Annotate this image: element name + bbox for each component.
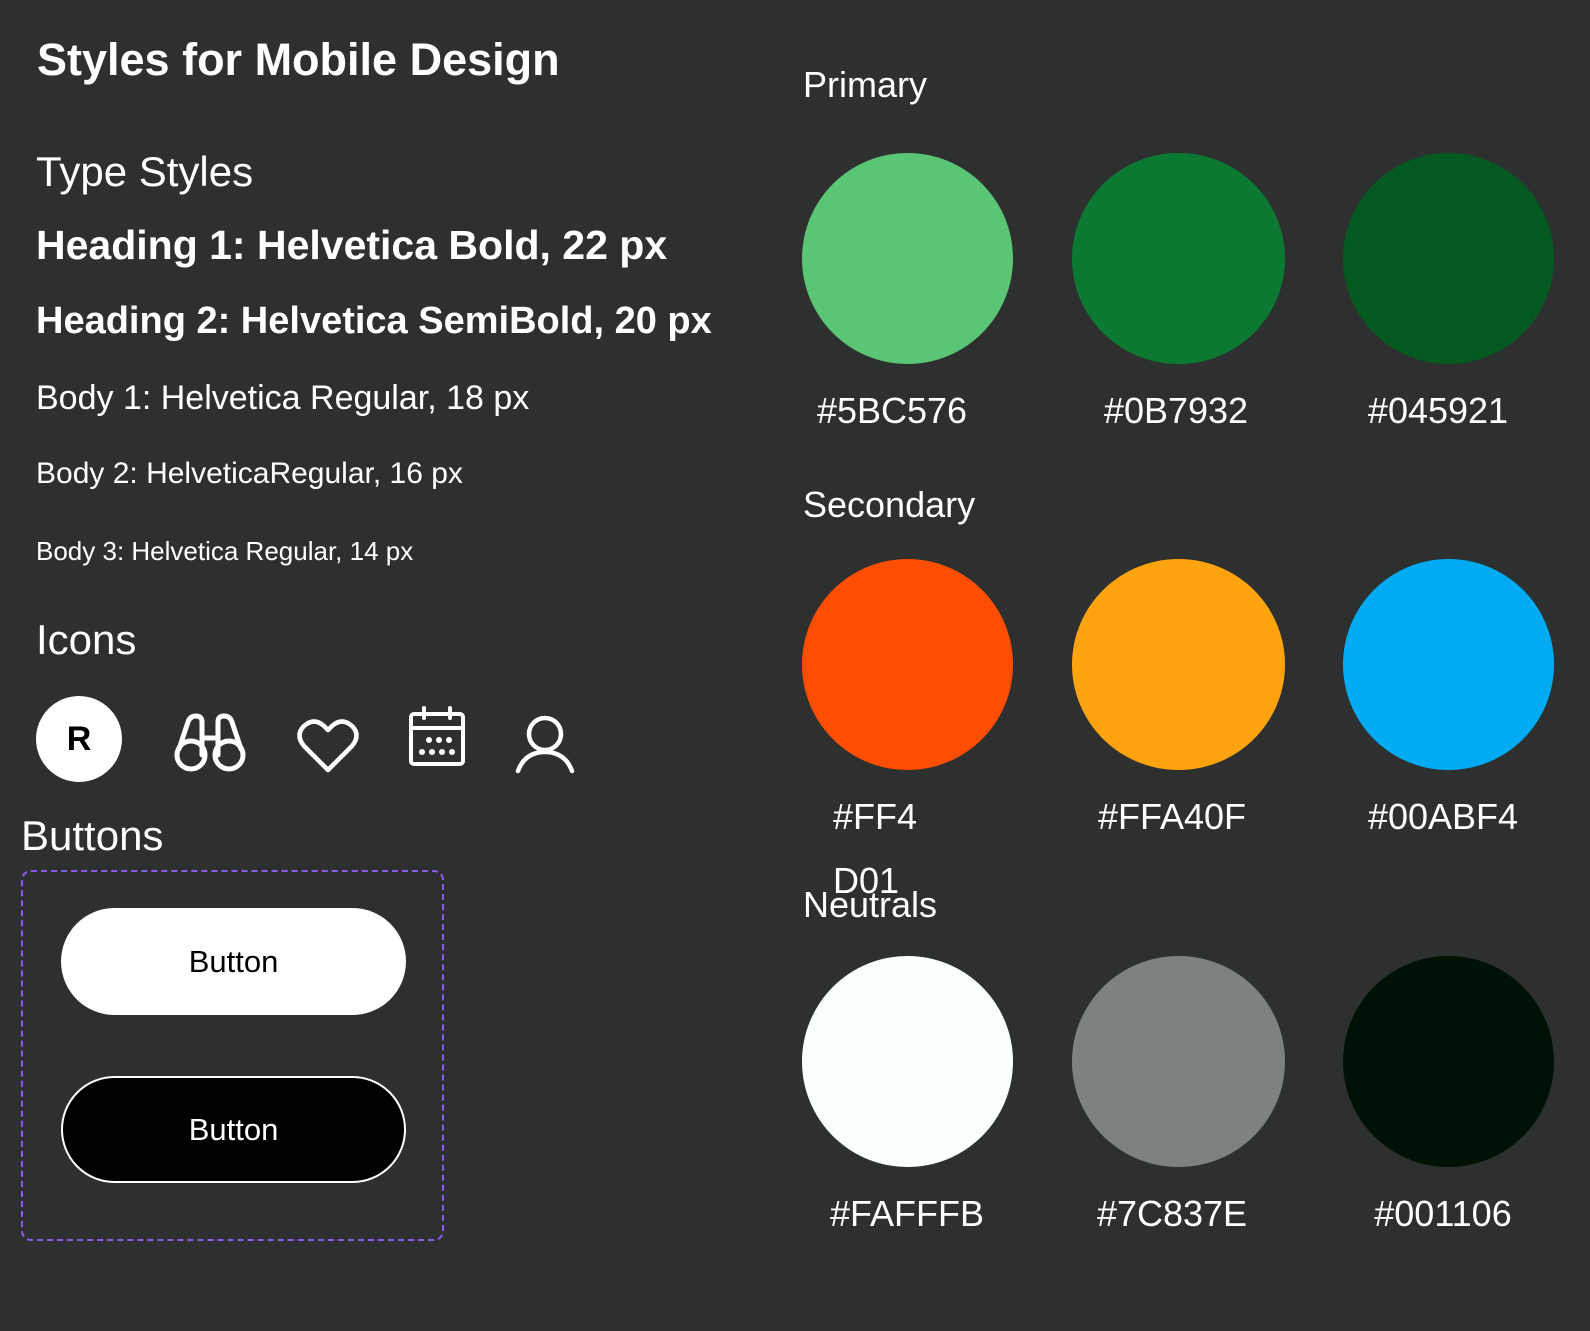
secondary-hex-2: #FFA40F: [1097, 796, 1247, 837]
primary-hex-3: #045921: [1367, 390, 1509, 431]
secondary-swatch-3: [1343, 559, 1554, 770]
secondary-hex-3: #00ABF4: [1367, 796, 1519, 837]
secondary-swatch-2: [1072, 559, 1285, 770]
primary-hex-2: #0B7932: [1103, 390, 1249, 431]
neutral-swatch-2: [1072, 956, 1285, 1167]
secondary-button[interactable]: Button: [61, 1076, 406, 1183]
binoculars-icon[interactable]: [172, 712, 248, 774]
avatar-icon[interactable]: R: [36, 696, 122, 782]
primary-swatch-1: [802, 153, 1013, 364]
primary-label: Primary: [803, 64, 927, 105]
body3-sample: Body 3: Helvetica Regular, 14 px: [36, 536, 414, 566]
primary-button[interactable]: Button: [61, 908, 406, 1015]
secondary-swatch-1: [802, 559, 1013, 770]
neutral-hex-1: #FAFFFB: [829, 1193, 985, 1234]
secondary-hex-1: #FF4: [833, 796, 918, 837]
secondary-label: Secondary: [803, 484, 976, 525]
heading2-sample: Heading 2: Helvetica SemiBold, 20 px: [36, 300, 712, 342]
neutral-hex-3: #001106: [1374, 1193, 1512, 1234]
page-title: Styles for Mobile Design: [37, 34, 560, 85]
body2-sample: Body 2: HelveticaRegular, 16 px: [36, 457, 463, 490]
heart-icon[interactable]: [297, 717, 359, 775]
secondary-hex-1-overflow: D01: [833, 860, 900, 901]
primary-hex-1: #5BC576: [816, 390, 968, 431]
heading1-sample: Heading 1: Helvetica Bold, 22 px: [36, 222, 668, 268]
buttons-heading: Buttons: [21, 812, 164, 859]
user-icon[interactable]: [515, 714, 575, 774]
buttons-frame: Button Button: [21, 870, 444, 1241]
body1-sample: Body 1: Helvetica Regular, 18 px: [36, 379, 530, 417]
neutral-swatch-1: [802, 956, 1013, 1167]
primary-swatch-3: [1343, 153, 1554, 364]
neutral-hex-2: #7C837E: [1096, 1193, 1248, 1234]
type-styles-heading: Type Styles: [36, 148, 254, 195]
avatar-letter: R: [66, 719, 92, 758]
icons-heading: Icons: [36, 616, 137, 663]
neutral-swatch-3: [1343, 956, 1554, 1167]
calendar-icon[interactable]: [408, 706, 466, 768]
primary-swatch-2: [1072, 153, 1285, 364]
